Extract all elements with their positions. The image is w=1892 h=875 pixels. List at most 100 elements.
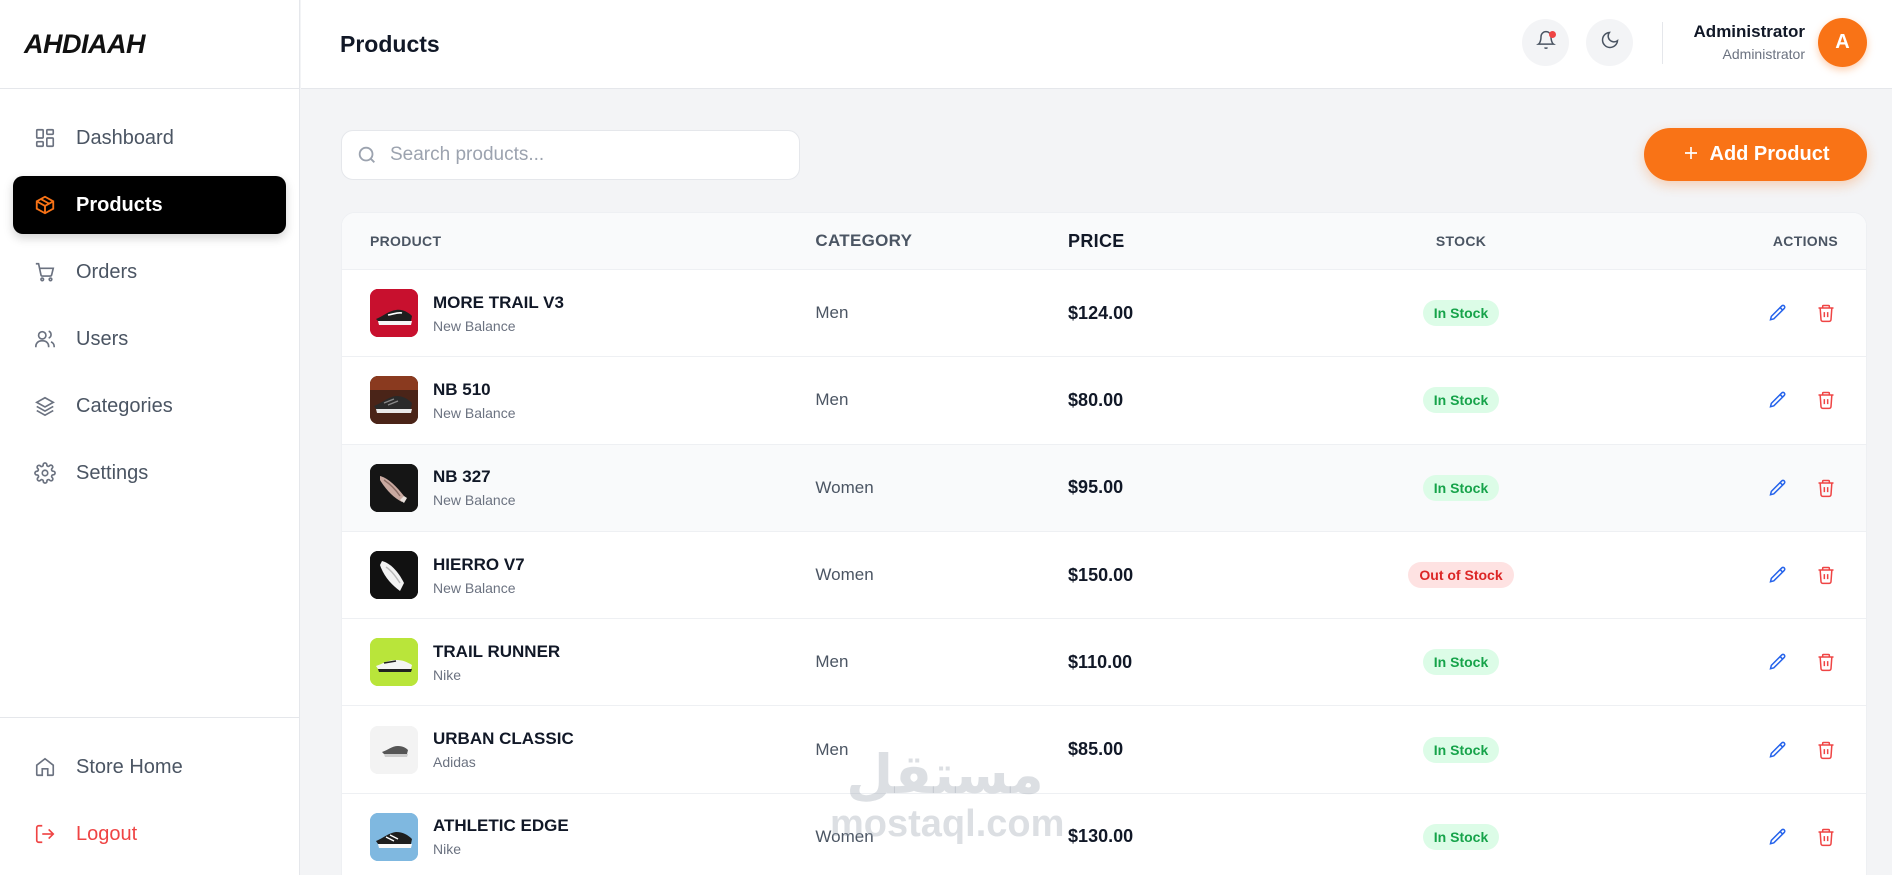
edit-icon[interactable] xyxy=(1766,476,1790,500)
logout-icon xyxy=(32,821,58,847)
top-bar: Products xyxy=(301,0,1892,89)
trash-icon[interactable] xyxy=(1814,650,1838,674)
add-product-button[interactable]: Add Product xyxy=(1644,128,1867,181)
trash-icon[interactable] xyxy=(1814,476,1838,500)
edit-icon[interactable] xyxy=(1766,738,1790,762)
product-price: $150.00 xyxy=(1068,564,1134,585)
stock-badge: Out of Stock xyxy=(1408,562,1514,589)
product-category: Women xyxy=(815,826,874,846)
search-input[interactable] xyxy=(390,144,780,166)
header-divider xyxy=(1662,22,1663,64)
sidebar-item-users[interactable]: Users xyxy=(13,310,286,368)
trash-icon[interactable] xyxy=(1814,301,1838,325)
product-category: Men xyxy=(815,739,849,759)
product-brand: Adidas xyxy=(433,754,476,771)
logout-button[interactable]: Logout xyxy=(13,805,286,863)
table-row: URBAN CLASSIC Adidas Men $85.00 In Stock xyxy=(342,706,1866,794)
avatar[interactable]: A xyxy=(1818,18,1867,67)
product-name: TRAIL RUNNER xyxy=(433,641,561,661)
table-row: ATHLETIC EDGE Nike Women $130.00 In Stoc… xyxy=(342,794,1866,875)
product-category: Men xyxy=(815,652,849,672)
plus-icon xyxy=(1682,141,1700,169)
notifications-button[interactable] xyxy=(1522,19,1569,66)
table-header: PRODUCT CATEGORY PRICE STOCK ACTIONS xyxy=(342,213,1866,270)
product-thumbnail xyxy=(370,638,418,687)
product-price: $130.00 xyxy=(1068,826,1134,847)
sidebar-item-products[interactable]: Products xyxy=(13,176,286,234)
product-brand: New Balance xyxy=(433,579,516,596)
trash-icon[interactable] xyxy=(1814,738,1838,762)
theme-toggle-button[interactable] xyxy=(1586,19,1633,66)
product-category: Men xyxy=(815,303,849,323)
product-thumbnail xyxy=(370,289,418,338)
product-name: MORE TRAIL V3 xyxy=(433,292,564,312)
search-box[interactable] xyxy=(341,130,800,180)
table-row: HIERRO V7 New Balance Women $150.00 Out … xyxy=(342,532,1866,620)
sidebar-item-label: Products xyxy=(76,193,163,216)
sidebar-item-label: Settings xyxy=(76,461,149,484)
product-brand: New Balance xyxy=(433,492,516,509)
product-price: $80.00 xyxy=(1068,389,1124,410)
table-row: TRAIL RUNNER Nike Men $110.00 In Stock xyxy=(342,619,1866,707)
product-price: $85.00 xyxy=(1068,739,1124,760)
stock-badge: In Stock xyxy=(1422,387,1500,414)
product-thumbnail xyxy=(370,725,418,774)
stock-badge: In Stock xyxy=(1422,300,1500,327)
store-home-link[interactable]: Store Home xyxy=(13,738,286,796)
product-thumbnail xyxy=(370,812,418,861)
user-role: Administrator xyxy=(1722,46,1805,62)
product-brand: New Balance xyxy=(433,404,516,421)
trash-icon[interactable] xyxy=(1814,388,1838,412)
gear-icon xyxy=(32,460,58,486)
edit-icon[interactable] xyxy=(1766,825,1790,849)
product-name: URBAN CLASSIC xyxy=(433,729,574,749)
sidebar-item-label: Categories xyxy=(76,394,173,417)
notification-dot xyxy=(1549,31,1556,38)
edit-icon[interactable] xyxy=(1766,301,1790,325)
brand-name[interactable]: AHDIAAH xyxy=(24,29,146,60)
home-icon xyxy=(32,754,58,780)
sidebar-item-categories[interactable]: Categories xyxy=(13,377,286,435)
sidebar-item-orders[interactable]: Orders xyxy=(13,243,286,301)
edit-icon[interactable] xyxy=(1766,563,1790,587)
dashboard-icon xyxy=(32,125,58,151)
user-name: Administrator xyxy=(1693,22,1805,41)
product-thumbnail xyxy=(370,376,418,425)
store-home-label: Store Home xyxy=(76,755,183,778)
column-header-stock: STOCK xyxy=(1435,233,1487,249)
logout-label: Logout xyxy=(76,822,138,845)
sidebar-item-label: Users xyxy=(76,327,129,350)
product-name: NB 327 xyxy=(433,467,491,487)
brand-logo[interactable]: AHDIAAH xyxy=(0,0,299,89)
sidebar-footer: Store Home Logout xyxy=(0,717,299,875)
layers-icon xyxy=(32,393,58,419)
product-thumbnail xyxy=(370,551,418,600)
page-title: Products xyxy=(340,30,440,57)
table-row: MORE TRAIL V3 New Balance Men $124.00 In… xyxy=(342,270,1866,358)
product-brand: Nike xyxy=(433,666,462,683)
product-brand: Nike xyxy=(433,841,462,858)
product-name: ATHLETIC EDGE xyxy=(433,816,569,836)
column-header-price: PRICE xyxy=(1068,230,1125,251)
product-category: Women xyxy=(815,477,874,497)
package-icon xyxy=(32,192,58,218)
column-header-category: CATEGORY xyxy=(815,231,913,250)
sidebar-item-settings[interactable]: Settings xyxy=(13,444,286,502)
product-category: Women xyxy=(815,565,874,585)
trash-icon[interactable] xyxy=(1814,825,1838,849)
edit-icon[interactable] xyxy=(1766,388,1790,412)
users-icon xyxy=(32,326,58,352)
user-info[interactable]: Administrator Administrator xyxy=(1694,22,1805,62)
edit-icon[interactable] xyxy=(1766,650,1790,674)
stock-badge: In Stock xyxy=(1422,474,1500,501)
product-price: $95.00 xyxy=(1068,477,1124,498)
stock-badge: In Stock xyxy=(1422,649,1500,676)
column-header-actions: ACTIONS xyxy=(1772,233,1838,249)
sidebar-item-label: Orders xyxy=(76,260,138,283)
sidebar-item-dashboard[interactable]: Dashboard xyxy=(13,109,286,167)
table-row: NB 327 New Balance Women $95.00 In Stock xyxy=(342,444,1866,532)
products-table: PRODUCT CATEGORY PRICE STOCK ACTIONS MOR… xyxy=(341,212,1867,875)
trash-icon[interactable] xyxy=(1814,563,1838,587)
table-row: NB 510 New Balance Men $80.00 In Stock xyxy=(342,357,1866,445)
column-header-product: PRODUCT xyxy=(370,233,442,249)
